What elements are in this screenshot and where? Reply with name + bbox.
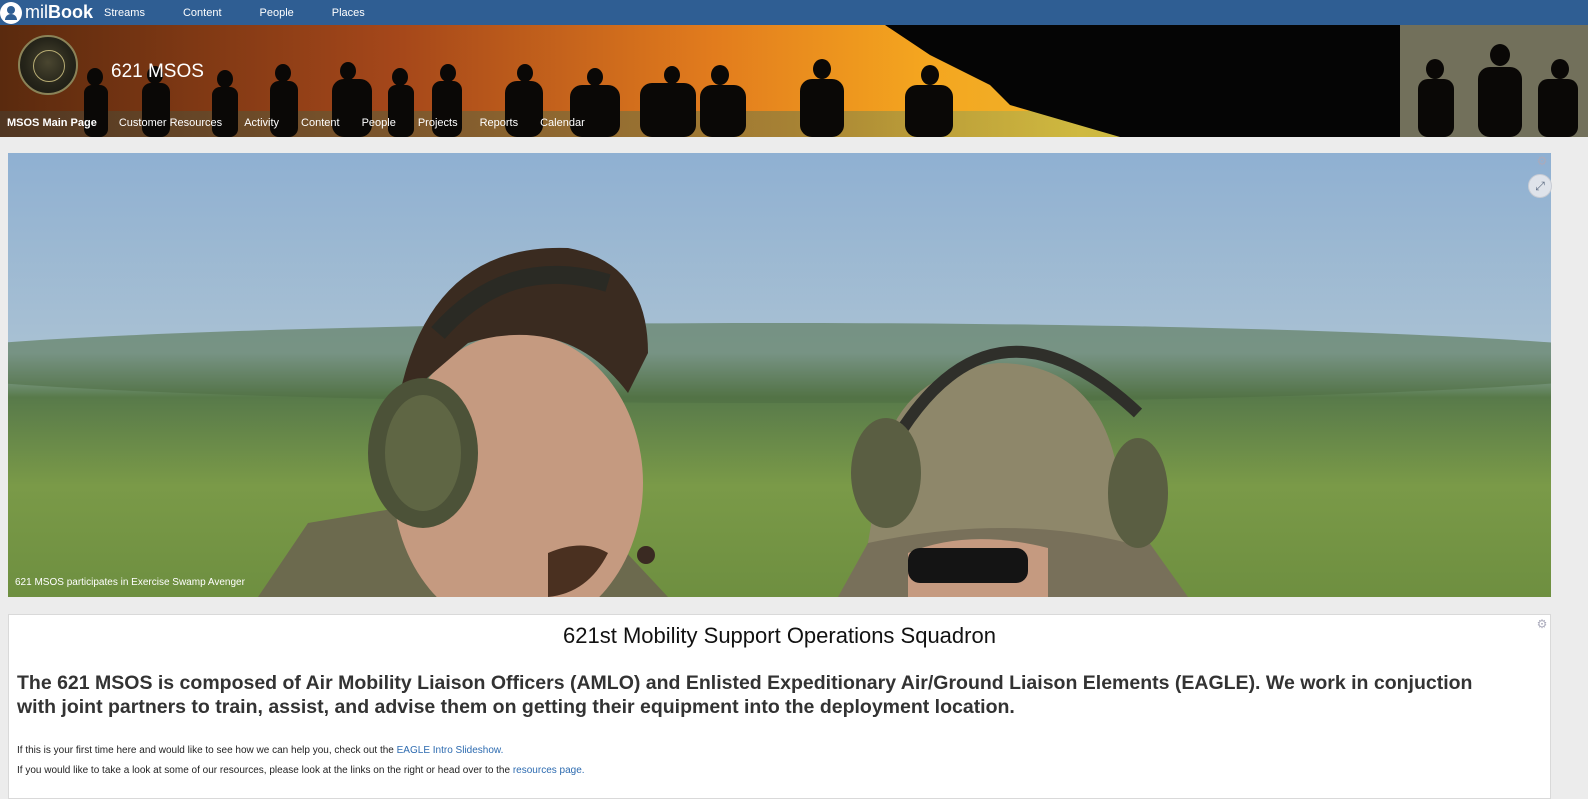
image-caption: 621 MSOS participates in Exercise Swamp … xyxy=(15,577,245,588)
intro-line-2: If you would like to take a look at some… xyxy=(17,765,585,776)
place-nav: MSOS Main Page Customer Resources Activi… xyxy=(7,117,607,129)
milbook-logo[interactable]: milBook xyxy=(0,0,93,25)
gear-icon[interactable]: ⚙ xyxy=(1536,618,1548,630)
tab-main-page[interactable]: MSOS Main Page xyxy=(7,117,97,129)
tab-content[interactable]: Content xyxy=(301,117,340,129)
tab-calendar[interactable]: Calendar xyxy=(540,117,585,129)
eagle-slideshow-link[interactable]: EAGLE Intro Slideshow. xyxy=(397,745,504,756)
user-logo-icon xyxy=(0,1,22,24)
place-banner: 621 MSOS MSOS Main Page Customer Resourc… xyxy=(0,25,1588,137)
nav-content[interactable]: Content xyxy=(183,7,222,19)
resources-page-link[interactable]: resources page. xyxy=(513,765,585,776)
tile-lead-text: The 621 MSOS is composed of Air Mobility… xyxy=(17,672,1473,718)
featured-image-tile[interactable]: 621 MSOS participates in Exercise Swamp … xyxy=(8,153,1551,597)
intro-line-1-text: If this is your first time here and woul… xyxy=(17,745,397,756)
gear-icon[interactable]: ⚙ xyxy=(1536,155,1548,167)
logo-text: milBook xyxy=(25,2,93,22)
top-nav: Streams Content People Places xyxy=(104,0,403,25)
tab-customer-resources[interactable]: Customer Resources xyxy=(119,117,222,129)
content-tile: 621st Mobility Support Operations Squadr… xyxy=(8,614,1551,799)
nav-people[interactable]: People xyxy=(260,7,294,19)
tile-title: 621st Mobility Support Operations Squadr… xyxy=(563,623,996,648)
nav-streams[interactable]: Streams xyxy=(104,7,145,19)
tab-people[interactable]: People xyxy=(362,117,396,129)
expand-icon[interactable]: ⤢ xyxy=(1528,174,1552,198)
top-bar: milBook Streams Content People Places xyxy=(0,0,1588,25)
tab-activity[interactable]: Activity xyxy=(244,117,279,129)
nav-places[interactable]: Places xyxy=(332,7,365,19)
tab-reports[interactable]: Reports xyxy=(480,117,519,129)
unit-emblem xyxy=(18,35,78,95)
place-title: 621 MSOS xyxy=(111,61,204,82)
intro-line-2-text: If you would like to take a look at some… xyxy=(17,765,513,776)
featured-photo xyxy=(8,153,1551,597)
tab-projects[interactable]: Projects xyxy=(418,117,458,129)
intro-line-1: If this is your first time here and woul… xyxy=(17,745,503,756)
